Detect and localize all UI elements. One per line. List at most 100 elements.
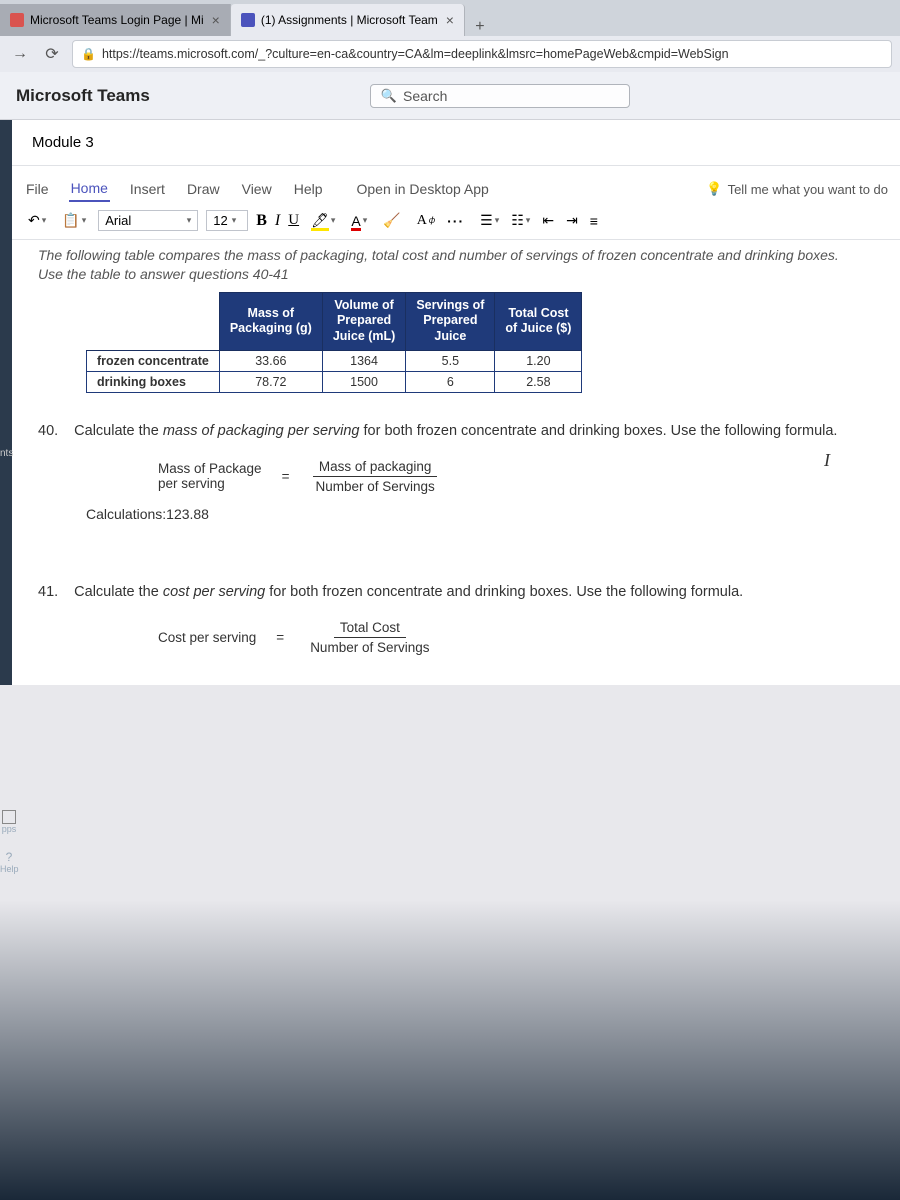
font-select[interactable]: Arial ▾ [98,210,198,231]
paste-button[interactable]: 📋▾ [58,210,90,231]
tab-draw[interactable]: Draw [185,177,222,201]
chevron-down-icon: ▾ [232,215,237,226]
table-row: frozen concentrate 33.66 1364 5.5 1.20 [87,350,582,371]
browser-tab-1[interactable]: Microsoft Teams Login Page | Mi × [0,4,231,36]
tab-file[interactable]: File [24,177,51,201]
chevron-down-icon: ▾ [82,215,87,226]
sidebar-help-icon[interactable]: ? Help [0,850,18,874]
fraction-numerator: Mass of packaging [313,459,438,477]
cell: 5.5 [406,350,495,371]
tell-me-label: Tell me what you want to do [728,182,888,197]
formula-40: Mass of Packageper serving = Mass of pac… [158,459,850,494]
underline-button[interactable]: U [288,212,299,229]
module-title: Module 3 [12,120,900,166]
formula-label: Mass of Packageper serving [158,461,262,491]
equals-sign: = [282,469,290,484]
document-body[interactable]: The following table compares the mass of… [12,240,900,685]
more-button[interactable]: ··· [447,213,464,229]
close-icon[interactable]: × [446,12,454,28]
clear-format-button[interactable]: 🧹 [379,210,404,231]
font-name: Arial [105,213,131,228]
help-icon: ? [0,850,18,864]
tab-home[interactable]: Home [69,176,110,202]
chevron-down-icon: ▾ [331,215,336,226]
tab-insert[interactable]: Insert [128,177,167,201]
search-input[interactable]: 🔍 Search [370,84,630,108]
search-icon: 🔍 [381,88,397,104]
text-cursor-icon: I [824,450,830,471]
table-row: drinking boxes 78.72 1500 6 2.58 [87,371,582,392]
question-40: 40. Calculate the mass of packaging per … [38,421,850,441]
document-editor: File Home Insert Draw View Help Open in … [12,166,900,685]
tab-view[interactable]: View [240,177,274,201]
undo-button[interactable]: ↶▾ [24,210,50,231]
apps-label: pps [0,824,18,834]
number-list-button[interactable]: ☷▾ [507,210,534,231]
font-size: 12 [213,213,227,228]
highlight-button[interactable]: 🖊 ▾ [307,210,339,231]
col-servings: Servings ofPreparedJuice [406,292,495,350]
question-number: 41. [38,582,58,602]
app-title: Microsoft Teams [16,86,150,106]
tab-favicon-icon [10,13,24,27]
font-size-select[interactable]: 12 ▾ [206,210,248,231]
cell: 6 [406,371,495,392]
browser-tab-strip: Microsoft Teams Login Page | Mi × (1) As… [0,0,900,36]
fraction: Mass of packaging Number of Servings [309,459,440,494]
tab-title: Microsoft Teams Login Page | Mi [30,13,204,27]
fraction-numerator: Total Cost [334,620,406,638]
browser-tab-2[interactable]: (1) Assignments | Microsoft Team × [231,4,465,36]
chevron-down-icon: ▾ [363,215,368,226]
fraction: Total Cost Number of Servings [304,620,435,655]
close-icon[interactable]: × [212,12,220,28]
tab-title: (1) Assignments | Microsoft Team [261,13,438,27]
styles-button[interactable]: A𝜙 [413,211,439,231]
cell: 78.72 [219,371,322,392]
highlight-icon: 🖊 [311,212,329,229]
formula-label: Cost per serving [158,630,256,645]
cell: 2.58 [495,371,582,392]
help-label: Help [0,864,18,874]
chevron-down-icon: ▾ [495,215,500,226]
table-header-row: Mass ofPackaging (g) Volume ofPreparedJu… [87,292,582,350]
question-text: Calculate the cost per serving for both … [74,582,743,602]
address-bar: → ⟳ 🔒 https://teams.microsoft.com/_?cult… [0,36,900,72]
formatting-toolbar: ↶▾ 📋▾ Arial ▾ 12 ▾ B I U 🖊 ▾ A [12,202,900,240]
tell-me-input[interactable]: 💡 Tell me what you want to do [706,181,888,197]
font-color-button[interactable]: A ▾ [347,211,371,231]
cell: 33.66 [219,350,322,371]
cell: 1364 [322,350,406,371]
bold-button[interactable]: B [256,212,267,230]
refresh-icon[interactable]: ⟳ [40,44,64,64]
equals-sign: = [276,630,284,645]
tab-favicon-icon [241,13,255,27]
italic-button[interactable]: I [275,212,280,230]
calculations-text: Calculations:123.88 [86,506,850,522]
open-desktop-button[interactable]: Open in Desktop App [357,181,489,197]
table-corner [87,292,220,350]
ribbon-tabs: File Home Insert Draw View Help Open in … [12,166,900,202]
col-volume: Volume ofPreparedJuice (mL) [322,292,406,350]
font-color-icon: A [351,213,360,229]
row-label: drinking boxes [87,371,220,392]
teams-header: Microsoft Teams 🔍 Search [0,72,900,120]
bullet-list-button[interactable]: ☰▾ [476,210,503,231]
col-cost: Total Costof Juice ($) [495,292,582,350]
cell: 1.20 [495,350,582,371]
bulb-icon: 💡 [706,181,722,197]
chevron-down-icon: ▾ [526,215,531,226]
align-button[interactable]: ≡ [586,210,602,231]
sidebar-stub-nts: nts [0,448,13,459]
col-mass: Mass ofPackaging (g) [219,292,322,350]
chevron-down-icon: ▾ [42,215,47,226]
question-text: Calculate the mass of packaging per serv… [74,421,837,441]
tab-help[interactable]: Help [292,177,325,201]
indent-button[interactable]: ⇥ [562,210,582,231]
lock-icon: 🔒 [81,47,96,61]
sidebar-apps-icon[interactable]: pps [0,810,18,834]
url-input[interactable]: 🔒 https://teams.microsoft.com/_?culture=… [72,40,892,68]
outdent-button[interactable]: ⇤ [538,210,558,231]
question-41: 41. Calculate the cost per serving for b… [38,582,850,602]
new-tab-button[interactable]: + [465,18,495,36]
forward-icon[interactable]: → [8,45,32,63]
